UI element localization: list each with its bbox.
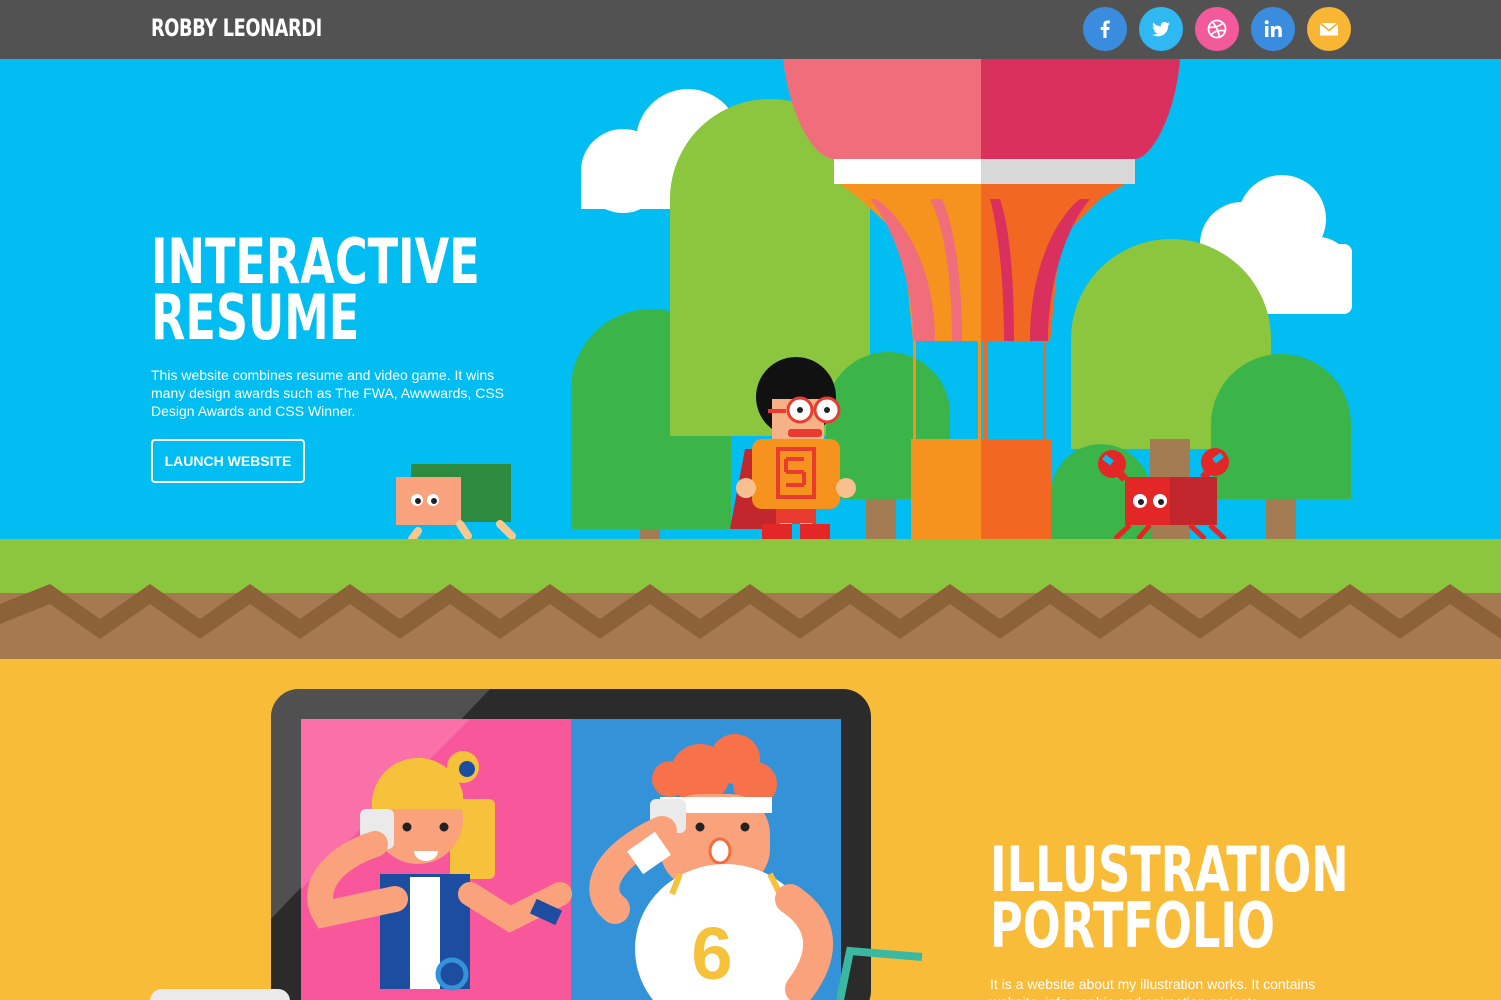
resume-title: INTERACTIVE RESUME	[151, 225, 480, 354]
portfolio-title: ILLUSTRATION PORTFOLIO	[990, 833, 1349, 962]
facebook-button[interactable]	[1083, 7, 1127, 51]
turtle-character	[396, 464, 516, 543]
dribbble-icon	[1207, 19, 1227, 39]
linkedin-button[interactable]	[1251, 7, 1295, 51]
email-button[interactable]	[1307, 7, 1351, 51]
twitter-button[interactable]	[1139, 7, 1183, 51]
portfolio-description: It is a website about my illustration wo…	[990, 976, 1316, 1000]
game-scene-illustration	[0, 59, 1501, 659]
mail-icon	[1319, 22, 1339, 36]
svg-text:6: 6	[691, 912, 732, 995]
portfolio-section: 6 ILLUSTRATION PORTFOLIO It is a website…	[0, 659, 1501, 1000]
facebook-icon	[1100, 20, 1110, 38]
brand-name[interactable]: ROBBY LEONARDI	[151, 14, 322, 42]
twitter-icon	[1152, 21, 1170, 37]
dribbble-button[interactable]	[1195, 7, 1239, 51]
linkedin-icon	[1264, 20, 1282, 37]
resume-section: INTERACTIVE RESUME This website combines…	[0, 59, 1501, 659]
resume-description: This website combines resume and video g…	[151, 367, 504, 419]
launch-website-button[interactable]: LAUNCH WEBSITE	[151, 439, 305, 483]
grass-strip	[0, 539, 1501, 587]
tree	[1211, 354, 1351, 539]
top-navigation-bar: ROBBY LEONARDI	[0, 0, 1501, 59]
